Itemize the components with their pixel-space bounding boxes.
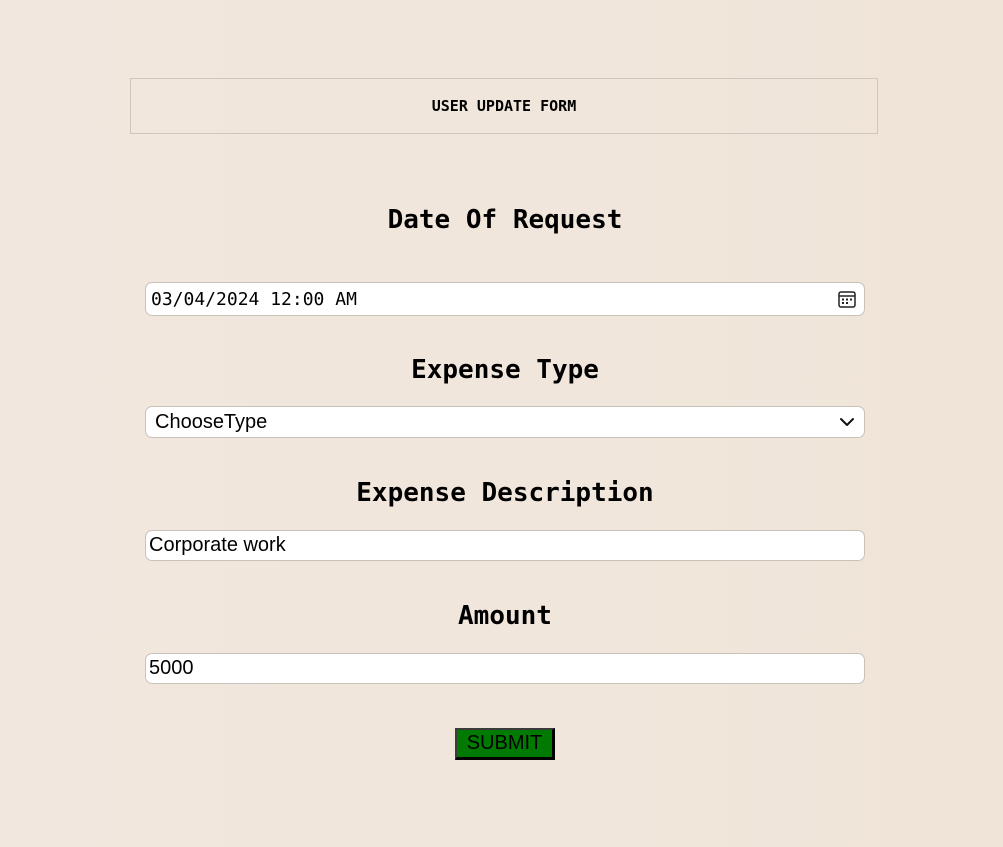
date-input[interactable]: 03/04/2024 12:00 AM — [145, 282, 865, 316]
amount-value: 5000 — [149, 657, 194, 679]
expense-type-label: Expense Type — [411, 355, 599, 385]
form-header: USER UPDATE FORM — [130, 78, 878, 134]
expense-description-value: Corporate work — [149, 534, 286, 556]
form-title: USER UPDATE FORM — [431, 97, 577, 115]
expense-description-input[interactable]: Corporate work — [145, 530, 865, 561]
expense-type-value: ChooseType — [155, 410, 268, 433]
chevron-down-icon — [836, 411, 858, 433]
amount-label: Amount — [458, 601, 552, 631]
amount-input[interactable]: 5000 — [145, 653, 865, 684]
date-value: 03/04/2024 12:00 AM — [151, 288, 357, 310]
date-label: Date Of Request — [387, 205, 623, 235]
expense-type-select[interactable]: ChooseType — [145, 406, 865, 438]
calendar-icon[interactable] — [836, 288, 858, 310]
expense-description-label: Expense Description — [356, 478, 654, 508]
submit-button[interactable]: SUBMIT — [455, 728, 555, 760]
